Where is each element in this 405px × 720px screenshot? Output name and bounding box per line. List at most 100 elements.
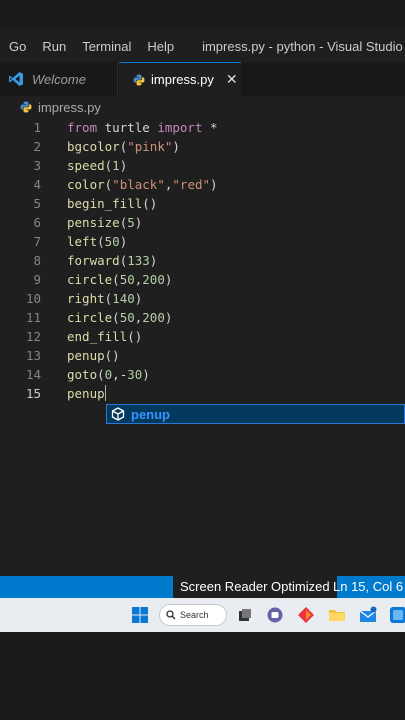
code-line[interactable]: 4 color("black","red") <box>0 175 405 194</box>
code-token: 133 <box>127 253 150 268</box>
code-line[interactable]: 13 penup() <box>0 346 405 365</box>
code-token: left <box>67 234 98 249</box>
menu-run[interactable]: Run <box>34 39 74 54</box>
code-text: circle(50,200) <box>67 308 172 327</box>
bottom-video-band <box>0 632 405 720</box>
code-line[interactable]: 9 circle(50,200) <box>0 270 405 289</box>
code-token: ( <box>97 367 105 382</box>
code-line[interactable]: 12 end_fill() <box>0 327 405 346</box>
close-icon[interactable]: ✕ <box>226 71 238 88</box>
code-token: 140 <box>112 291 135 306</box>
code-line[interactable]: 5 begin_fill() <box>0 194 405 213</box>
search-icon <box>166 610 176 620</box>
code-token: "black" <box>112 177 165 192</box>
file-explorer-icon[interactable] <box>328 606 346 624</box>
line-number: 11 <box>25 310 41 325</box>
mail-icon[interactable] <box>359 606 377 624</box>
text-cursor <box>104 385 106 401</box>
taskbar-search[interactable]: Search <box>159 604 227 626</box>
line-number: 7 <box>33 234 41 249</box>
code-line[interactable]: 2 bgcolor("pink") <box>0 137 405 156</box>
code-line[interactable]: 14 goto(0,-30) <box>0 365 405 384</box>
code-token: ) <box>210 177 218 192</box>
code-editor[interactable]: 1 from turtle import * 2 bgcolor("pink") 3 sp… <box>0 118 405 576</box>
code-token: () <box>127 329 143 344</box>
vscode-icon <box>9 72 23 86</box>
menu-terminal[interactable]: Terminal <box>74 39 139 54</box>
code-line[interactable]: 8 forward(133) <box>0 251 405 270</box>
app-diamond-icon[interactable] <box>297 606 315 624</box>
breadcrumb[interactable]: impress.py <box>0 96 405 118</box>
menu-help[interactable]: Help <box>139 39 182 54</box>
line-number: 9 <box>33 272 41 287</box>
code-line[interactable]: 15 penup <box>0 384 405 403</box>
code-token: ) <box>172 139 180 154</box>
code-token: 200 <box>142 310 165 325</box>
line-number: 14 <box>25 367 41 382</box>
line-number: 13 <box>25 348 41 363</box>
code-line[interactable]: 7 left(50) <box>0 232 405 251</box>
code-token: "pink" <box>127 139 173 154</box>
code-token: ) <box>142 367 150 382</box>
menu-go[interactable]: Go <box>0 39 34 54</box>
code-token: goto <box>67 367 98 382</box>
tab-bar: Welcome impress.py ✕ <box>0 62 405 96</box>
task-view-icon[interactable] <box>236 606 254 624</box>
code-line[interactable]: 3 speed(1) <box>0 156 405 175</box>
code-token: * <box>202 120 218 135</box>
code-line[interactable]: 1 from turtle import * <box>0 118 405 137</box>
taskbar-search-label: Search <box>180 610 209 620</box>
status-screen-reader[interactable]: Screen Reader Optimized <box>173 576 337 598</box>
code-token: () <box>142 196 158 211</box>
status-cursor-position[interactable]: Ln 15, Col 6 <box>326 576 403 598</box>
code-text: begin_fill() <box>67 194 157 213</box>
code-token: right <box>67 291 105 306</box>
line-number: 8 <box>33 253 41 268</box>
code-token: import <box>157 120 203 135</box>
code-text: bgcolor("pink") <box>67 137 180 156</box>
top-video-band <box>0 0 405 30</box>
code-token: circle <box>67 272 113 287</box>
code-text: right(140) <box>67 289 142 308</box>
line-number: 5 <box>33 196 41 211</box>
python-file-icon <box>20 101 32 113</box>
code-token: pensize <box>67 215 120 230</box>
code-line[interactable]: 6 pensize(5) <box>0 213 405 232</box>
code-text: end_fill() <box>67 327 142 346</box>
line-number: 6 <box>33 215 41 230</box>
code-token: ) <box>134 215 143 230</box>
code-token: 200 <box>142 272 165 287</box>
code-text: from turtle import * <box>67 118 218 137</box>
code-token: ,- <box>112 367 128 382</box>
code-token: from <box>67 120 98 135</box>
code-token: penup <box>67 386 105 401</box>
chat-icon[interactable] <box>266 606 284 624</box>
code-text: penup() <box>67 346 120 365</box>
code-token: 50 <box>119 272 135 287</box>
menu-bar: Go Run Terminal Help impress.py - python… <box>0 30 405 62</box>
line-number: 1 <box>33 120 41 135</box>
suggestion-widget[interactable]: penup <box>106 404 405 424</box>
line-number: 12 <box>25 329 41 344</box>
tab-impress[interactable]: impress.py ✕ <box>119 62 241 96</box>
code-line[interactable]: 11 circle(50,200) <box>0 308 405 327</box>
code-token: ) <box>119 234 128 249</box>
code-text: speed(1) <box>67 156 127 175</box>
code-token: () <box>104 348 120 363</box>
code-line[interactable]: 10 right(140) <box>0 289 405 308</box>
code-text: circle(50,200) <box>67 270 172 289</box>
code-token: 50 <box>104 234 120 249</box>
code-text: color("black","red") <box>67 175 218 194</box>
vscode-taskbar-icon[interactable] <box>389 606 405 624</box>
windows-start-icon[interactable] <box>131 606 149 624</box>
window-title: impress.py - python - Visual Studio Code <box>202 38 405 54</box>
code-token: end_fill <box>67 329 128 344</box>
tab-welcome[interactable]: Welcome <box>0 62 118 96</box>
code-text: forward(133) <box>67 251 157 270</box>
tab-welcome-label: Welcome <box>32 71 86 87</box>
code-token: begin_fill <box>67 196 143 211</box>
line-number: 10 <box>25 291 41 306</box>
code-token: ) <box>149 253 158 268</box>
code-token: ) <box>119 158 128 173</box>
status-bar: Screen Reader Optimized Ln 15, Col 6 <box>0 576 405 598</box>
